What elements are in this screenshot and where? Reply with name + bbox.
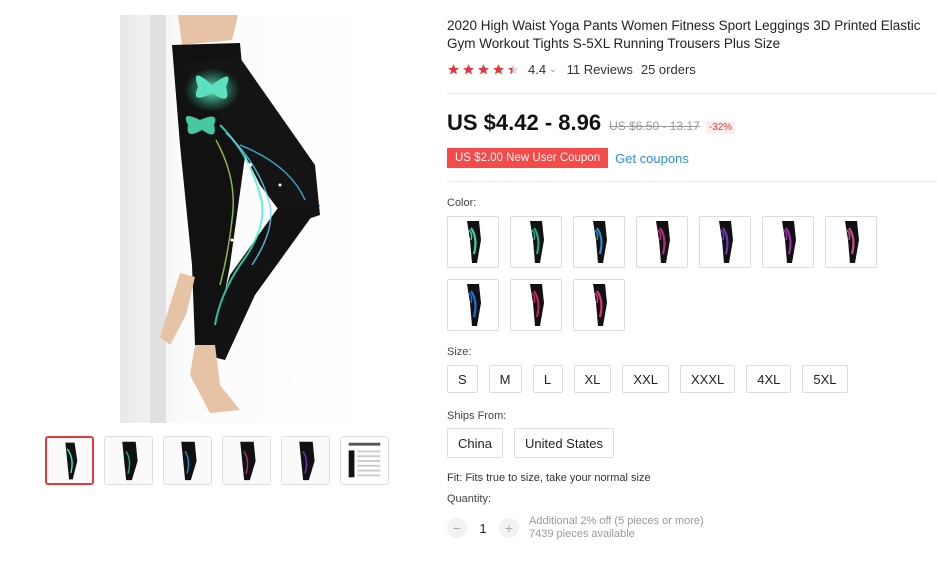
quantity-stepper: − 1 + Additional 2% off (5 pieces or mor… xyxy=(447,515,704,541)
rating-row: 4.4 ⌄ 11 Reviews 25 orders xyxy=(447,62,696,77)
current-price: US $4.42 - 8.96 xyxy=(447,110,602,135)
original-price: US $6.50 - 13.17 xyxy=(609,119,700,133)
leggings-thumbnail-icon xyxy=(656,221,670,263)
divider xyxy=(447,181,937,182)
leggings-image xyxy=(120,15,372,423)
size-label: Size: xyxy=(447,346,472,358)
ships-from-united-states[interactable]: United States xyxy=(513,428,615,458)
star-icon xyxy=(478,64,489,75)
size-option-4xl[interactable]: 4XL xyxy=(746,365,792,393)
fit-note: Fit: Fits true to size, take your normal… xyxy=(447,472,651,484)
thumbnail-strip xyxy=(45,436,389,485)
leggings-thumbnail-icon xyxy=(782,221,796,263)
star-icon xyxy=(493,64,504,75)
thumbnail-1[interactable] xyxy=(45,436,94,485)
star-icon xyxy=(448,64,459,75)
leggings-thumbnail-icon xyxy=(467,284,481,326)
size-option-s[interactable]: S xyxy=(447,365,478,393)
bulk-discount-note: Additional 2% off (5 pieces or more) xyxy=(529,515,704,527)
color-label: Color: xyxy=(447,197,477,209)
quantity-info: Additional 2% off (5 pieces or more) 743… xyxy=(529,515,704,541)
thumbnail-4[interactable] xyxy=(222,436,271,485)
color-swatch-purple-blue[interactable] xyxy=(699,216,751,268)
color-swatch-pink-purple[interactable] xyxy=(636,216,688,268)
size-option-l[interactable]: L xyxy=(532,365,563,393)
orders-count: 25 orders xyxy=(640,62,696,77)
size-option-5xl[interactable]: 5XL xyxy=(802,365,848,393)
color-swatch-blue-teal[interactable] xyxy=(573,216,625,268)
ships-from-china[interactable]: China xyxy=(447,428,503,458)
divider xyxy=(447,93,937,94)
star-icon xyxy=(508,64,519,75)
ships-from-label: Ships From: xyxy=(447,410,507,422)
decrease-quantity-button[interactable]: − xyxy=(447,518,467,538)
size-option-xl[interactable]: XL xyxy=(573,365,612,393)
color-swatch-hot-pink[interactable] xyxy=(573,279,625,331)
size-option-xxxl[interactable]: XXXL xyxy=(680,365,736,393)
new-user-coupon[interactable]: US $2.00 New User Coupon xyxy=(447,148,613,168)
leggings-thumbnail-icon xyxy=(467,221,481,263)
star-rating[interactable] xyxy=(447,63,520,76)
leggings-thumbnail-icon xyxy=(719,221,733,263)
quantity-input[interactable]: 1 xyxy=(467,521,499,536)
coupon-row: US $2.00 New User Coupon Get coupons xyxy=(447,148,689,168)
color-swatch-blue[interactable] xyxy=(447,279,499,331)
color-swatch-black-green[interactable] xyxy=(447,216,499,268)
leggings-thumbnail-icon xyxy=(593,284,607,326)
size-option-m[interactable]: M xyxy=(488,365,522,393)
size-option-xxl[interactable]: XXL xyxy=(622,365,669,393)
color-swatch-teal[interactable] xyxy=(510,216,562,268)
reviews-link[interactable]: 11 Reviews xyxy=(567,62,633,77)
main-product-image[interactable] xyxy=(120,15,372,423)
increase-quantity-button[interactable]: + xyxy=(499,518,519,538)
leggings-thumbnail-icon xyxy=(593,221,607,263)
thumbnail-size-chart[interactable] xyxy=(340,436,389,485)
get-coupons-link[interactable]: Get coupons xyxy=(615,151,689,166)
thumbnail-5[interactable] xyxy=(281,436,330,485)
stock-available: 7439 pieces available xyxy=(529,528,635,540)
color-options xyxy=(447,216,887,331)
color-swatch-magenta[interactable] xyxy=(762,216,814,268)
leggings-thumbnail-icon xyxy=(530,221,544,263)
leggings-thumbnail-icon xyxy=(845,221,859,263)
ships-from-options: China United States xyxy=(447,428,615,458)
star-icon xyxy=(463,64,474,75)
color-swatch-red-pink[interactable] xyxy=(510,279,562,331)
size-options: S M L XL XXL XXXL 4XL 5XL xyxy=(447,365,848,393)
thumbnail-3[interactable] xyxy=(163,436,212,485)
leggings-thumbnail-icon xyxy=(530,284,544,326)
quantity-label: Quantity: xyxy=(447,493,492,505)
rating-value[interactable]: 4.4 xyxy=(528,62,546,77)
discount-badge: -32% xyxy=(705,121,736,134)
price-row: US $4.42 - 8.96 US $6.50 - 13.17 -32% xyxy=(447,110,736,136)
thumbnail-2[interactable] xyxy=(104,436,153,485)
color-swatch-pink-flower[interactable] xyxy=(825,216,877,268)
chevron-down-icon[interactable]: ⌄ xyxy=(549,64,557,75)
product-title: 2020 High Waist Yoga Pants Women Fitness… xyxy=(447,18,921,51)
